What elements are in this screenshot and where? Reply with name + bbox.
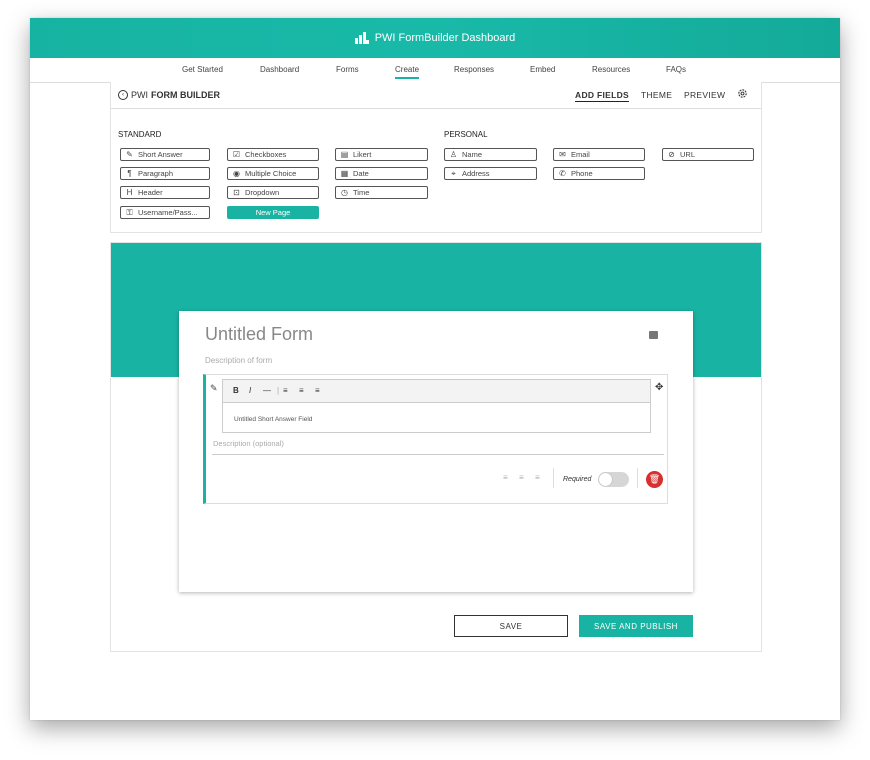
toggle-knob	[599, 473, 612, 486]
form-title[interactable]: Untitled Form	[205, 324, 313, 345]
bold-button[interactable]: B	[233, 386, 239, 395]
key-icon: ⚿	[126, 207, 133, 217]
field-divider	[212, 454, 664, 455]
add-likert-button[interactable]: ▤ Likert	[335, 148, 428, 161]
add-paragraph-button[interactable]: ¶ Paragraph	[120, 167, 210, 180]
more-options-icon[interactable]	[649, 331, 658, 339]
save-and-publish-button[interactable]: SAVE AND PUBLISH	[579, 615, 693, 637]
tab-preview[interactable]: PREVIEW	[684, 90, 725, 100]
short-answer-field-editor[interactable]: ✎ ✥ B I — | ≡ ≡ ≡ Untitled Short Answer …	[203, 374, 668, 504]
location-icon: ⌖	[451, 168, 456, 178]
field-description-input[interactable]: Description (optional)	[213, 439, 284, 448]
add-username-password-button[interactable]: ⚿ Username/Pass...	[120, 206, 210, 219]
brand-main: FORM BUILDER	[151, 90, 220, 100]
personal-section-label: PERSONAL	[444, 130, 488, 139]
app-title: PWI FormBuilder Dashboard	[374, 32, 516, 44]
field-footer-divider	[553, 468, 554, 488]
back-arrow-icon: ‹	[118, 90, 128, 100]
brand-prefix: PWI	[131, 90, 148, 100]
mail-icon: ✉	[559, 150, 566, 159]
add-url-button[interactable]: ⊘ URL	[662, 148, 754, 161]
radio-icon: ◉	[233, 169, 240, 178]
required-toggle[interactable]	[598, 472, 629, 487]
save-button[interactable]: SAVE	[454, 615, 568, 637]
form-card: Untitled Form Description of form ✎ ✥ B …	[179, 311, 693, 592]
likert-icon: ▤	[340, 150, 349, 159]
delete-field-trash-icon[interactable]: 🗑	[646, 471, 663, 488]
add-email-button[interactable]: ✉ Email	[553, 148, 645, 161]
form-description[interactable]: Description of form	[205, 356, 272, 365]
form-canvas: Untitled Form Description of form ✎ ✥ B …	[110, 242, 762, 652]
back-button[interactable]: ‹ PWI FORM BUILDER	[118, 90, 220, 100]
main-nav: Get Started Dashboard Forms Create Respo…	[30, 58, 840, 83]
toolbar-divider: |	[277, 386, 280, 395]
title-bar: PWI FormBuilder Dashboard	[30, 18, 840, 58]
pencil-icon: ✎	[126, 150, 133, 159]
align-left-button[interactable]: ≡	[283, 386, 288, 395]
move-handle-icon[interactable]: ✥	[655, 382, 663, 393]
nav-forms[interactable]: Forms	[336, 65, 359, 74]
add-multiple-choice-button[interactable]: ◉ Multiple Choice	[227, 167, 319, 180]
phone-icon: ✆	[559, 169, 566, 178]
link-icon: ⊘	[668, 150, 675, 159]
add-header-button[interactable]: H Header	[120, 186, 210, 199]
nav-faqs[interactable]: FAQs	[666, 65, 686, 74]
nav-resources[interactable]: Resources	[592, 65, 630, 74]
editor-toolbar: B I — | ≡ ≡ ≡	[223, 380, 650, 403]
align-right-button[interactable]: ≡	[315, 386, 320, 395]
field-label-text[interactable]: Untitled Short Answer Field	[234, 416, 312, 423]
person-icon: ♙	[449, 150, 458, 159]
tab-add-fields[interactable]: ADD FIELDS	[575, 90, 629, 102]
checkbox-icon: ☑	[232, 150, 241, 159]
clock-icon: ◷	[341, 188, 348, 197]
nav-get-started[interactable]: Get Started	[182, 65, 223, 74]
add-name-button[interactable]: ♙ Name	[444, 148, 537, 161]
add-address-button[interactable]: ⌖ Address	[444, 167, 537, 180]
italic-button[interactable]: I	[249, 386, 251, 395]
calendar-icon: ▦	[340, 169, 349, 178]
tab-theme[interactable]: THEME	[641, 90, 672, 100]
nav-dashboard[interactable]: Dashboard	[260, 65, 299, 74]
field-palette-panel: ‹ PWI FORM BUILDER ADD FIELDS THEME PREV…	[110, 82, 762, 233]
field-footer-divider-2	[637, 468, 638, 488]
paragraph-icon: ¶	[127, 169, 132, 178]
align-center-button[interactable]: ≡	[299, 386, 304, 395]
nav-responses[interactable]: Responses	[454, 65, 494, 74]
app-window: PWI FormBuilder Dashboard Get Started Da…	[30, 18, 840, 720]
add-date-button[interactable]: ▦ Date	[335, 167, 428, 180]
add-checkboxes-button[interactable]: ☑ Checkboxes	[227, 148, 319, 161]
gear-icon[interactable]	[737, 88, 748, 99]
add-phone-button[interactable]: ✆ Phone	[553, 167, 645, 180]
edit-pencil-icon[interactable]: ✎	[210, 383, 218, 394]
nav-create[interactable]: Create	[395, 65, 420, 79]
rich-text-editor[interactable]: B I — | ≡ ≡ ≡ Untitled Short Answer Fiel…	[222, 379, 651, 433]
field-align-right-icon[interactable]: ≡	[535, 473, 540, 482]
dropdown-icon: ⊡	[233, 188, 240, 197]
add-dropdown-button[interactable]: ⊡ Dropdown	[227, 186, 319, 199]
required-label: Required	[563, 476, 592, 483]
standard-section-label: STANDARD	[118, 130, 162, 139]
add-new-page-button[interactable]: New Page	[227, 206, 319, 219]
add-short-answer-button[interactable]: ✎ Short Answer	[120, 148, 210, 161]
builder-header: ‹ PWI FORM BUILDER ADD FIELDS THEME PREV…	[111, 82, 761, 109]
field-align-center-icon[interactable]: ≡	[519, 473, 524, 482]
nav-embed[interactable]: Embed	[530, 65, 555, 74]
header-icon: H	[126, 188, 133, 197]
field-align-left-icon[interactable]: ≡	[503, 473, 508, 482]
strikethrough-button[interactable]: —	[263, 386, 271, 395]
app-logo-icon	[354, 32, 369, 44]
add-time-button[interactable]: ◷ Time	[335, 186, 428, 199]
